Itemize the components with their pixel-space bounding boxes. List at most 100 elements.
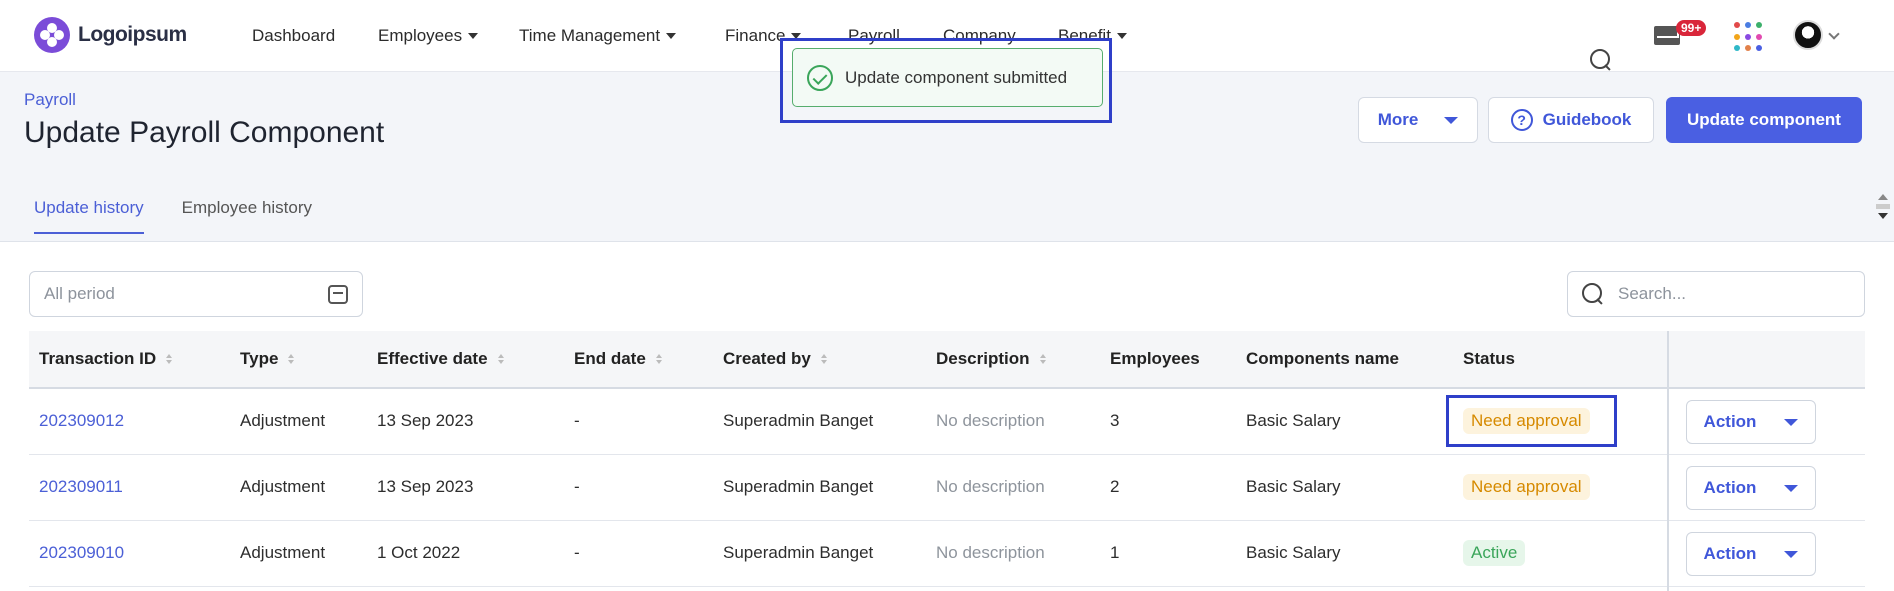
column-header-components-name: Components name xyxy=(1246,349,1400,368)
end-date-cell: - xyxy=(574,477,580,496)
chevron-down-icon[interactable] xyxy=(1828,28,1840,40)
table-row: 202309010 Adjustment 1 Oct 2022 - Supera… xyxy=(29,521,1865,587)
type-cell: Adjustment xyxy=(240,411,326,430)
transaction-id-link[interactable]: 202309012 xyxy=(39,411,124,431)
action-button-label: Action xyxy=(1703,412,1757,431)
description-cell: No description xyxy=(936,477,1045,496)
created-by-cell: Superadmin Banget xyxy=(723,477,874,496)
column-header-end-date[interactable]: End date xyxy=(574,349,662,369)
action-button-label: Action xyxy=(1703,478,1757,497)
action-button[interactable]: Action xyxy=(1686,532,1816,576)
apps-dot xyxy=(1756,33,1762,40)
sticky-column-divider xyxy=(1667,331,1669,591)
scroll-indicator[interactable] xyxy=(1876,190,1890,238)
employees-cell: 2 xyxy=(1110,477,1120,496)
apps-dot xyxy=(1756,22,1762,28)
transaction-id-link[interactable]: 202309010 xyxy=(39,543,124,563)
effective-date-cell: 13 Sep 2023 xyxy=(377,477,474,496)
check-circle-icon xyxy=(807,64,833,91)
user-avatar[interactable] xyxy=(1793,20,1823,50)
column-header-description[interactable]: Description xyxy=(936,349,1046,369)
end-date-cell: - xyxy=(574,411,580,430)
type-cell: Adjustment xyxy=(240,477,326,496)
breadcrumb[interactable]: Payroll xyxy=(24,90,76,110)
caret-down-icon xyxy=(1116,33,1127,39)
column-header-created-by[interactable]: Created by xyxy=(723,349,827,369)
action-button[interactable]: Action xyxy=(1686,400,1816,444)
status-badge: Need approval xyxy=(1463,474,1590,500)
apps-dot xyxy=(1745,22,1751,28)
transaction-id-link[interactable]: 202309011 xyxy=(39,477,123,497)
sort-icon[interactable] xyxy=(288,354,295,364)
notification-badge: 99+ xyxy=(1676,20,1707,36)
component-name-cell: Basic Salary xyxy=(1246,543,1341,562)
nav-item-dashboard[interactable]: Dashboard xyxy=(252,26,335,46)
update-component-button[interactable]: Update component xyxy=(1666,97,1862,143)
caret-down-icon xyxy=(1784,550,1799,558)
scroll-down-icon[interactable] xyxy=(1878,213,1888,219)
description-cell: No description xyxy=(936,543,1045,562)
column-header-effective-date[interactable]: Effective date xyxy=(377,349,504,369)
search-input[interactable] xyxy=(1618,284,1850,304)
nav-item-employees[interactable]: Employees xyxy=(378,26,479,46)
update-history-table: Transaction ID Type Effective date End d… xyxy=(29,331,1865,591)
nav-item-time-management[interactable]: Time Management xyxy=(519,26,677,46)
employees-cell: 3 xyxy=(1110,411,1120,430)
toast-message: Update component submitted xyxy=(845,67,1068,87)
success-toast: Update component submitted xyxy=(792,48,1103,107)
end-date-cell: - xyxy=(574,543,580,562)
apps-dot xyxy=(1745,45,1751,52)
guidebook-button-label: Guidebook xyxy=(1542,110,1632,129)
brand-logo[interactable]: Logoipsum xyxy=(34,17,187,53)
action-button-label: Action xyxy=(1703,544,1757,563)
apps-dot xyxy=(1745,33,1751,40)
more-button-label: More xyxy=(1377,110,1419,129)
component-name-cell: Basic Salary xyxy=(1246,411,1341,430)
created-by-cell: Superadmin Banget xyxy=(723,543,874,562)
employees-cell: 1 xyxy=(1110,543,1120,562)
apps-dot xyxy=(1734,33,1740,40)
caret-down-icon xyxy=(666,33,677,39)
action-button[interactable]: Action xyxy=(1686,466,1816,510)
apps-dot xyxy=(1734,45,1740,52)
column-header-transaction-id[interactable]: Transaction ID xyxy=(39,349,173,369)
guidebook-button[interactable]: ? Guidebook xyxy=(1488,97,1654,143)
column-header-employees: Employees xyxy=(1110,349,1200,368)
search-icon[interactable] xyxy=(1590,48,1612,71)
type-cell: Adjustment xyxy=(240,543,326,562)
column-header-status: Status xyxy=(1463,349,1515,368)
search-icon xyxy=(1582,283,1604,305)
description-cell: No description xyxy=(936,411,1045,430)
sort-icon[interactable] xyxy=(1039,354,1046,364)
period-filter[interactable] xyxy=(29,271,363,317)
status-badge: Active xyxy=(1463,540,1526,566)
caret-down-icon xyxy=(1784,418,1799,426)
scroll-up-icon[interactable] xyxy=(1878,194,1888,200)
created-by-cell: Superadmin Banget xyxy=(723,411,874,430)
table-row: 202309011 Adjustment 13 Sep 2023 - Super… xyxy=(29,455,1865,521)
more-button[interactable]: More xyxy=(1358,97,1478,143)
scroll-thumb[interactable] xyxy=(1876,204,1890,209)
sort-icon[interactable] xyxy=(820,354,827,364)
logo-icon xyxy=(34,17,70,53)
apps-grid-icon[interactable] xyxy=(1734,22,1764,52)
apps-dot xyxy=(1734,22,1740,28)
table-header: Transaction ID Type Effective date End d… xyxy=(29,331,1865,389)
status-highlight-frame xyxy=(1446,395,1617,447)
effective-date-cell: 1 Oct 2022 xyxy=(377,543,461,562)
component-name-cell: Basic Salary xyxy=(1246,477,1341,496)
sort-icon[interactable] xyxy=(655,354,662,364)
sort-icon[interactable] xyxy=(497,354,504,364)
brand-name: Logoipsum xyxy=(78,23,187,46)
caret-down-icon xyxy=(1444,116,1459,124)
calendar-icon[interactable] xyxy=(328,284,348,304)
caret-down-icon xyxy=(468,33,479,39)
table-search[interactable] xyxy=(1567,271,1865,317)
sort-icon[interactable] xyxy=(166,354,173,364)
apps-dot xyxy=(1756,45,1762,52)
column-header-type[interactable]: Type xyxy=(240,349,295,369)
tab-update-history[interactable]: Update history xyxy=(34,198,144,234)
period-input[interactable] xyxy=(44,284,328,304)
question-icon: ? xyxy=(1510,109,1533,131)
tab-employee-history[interactable]: Employee history xyxy=(182,198,312,234)
